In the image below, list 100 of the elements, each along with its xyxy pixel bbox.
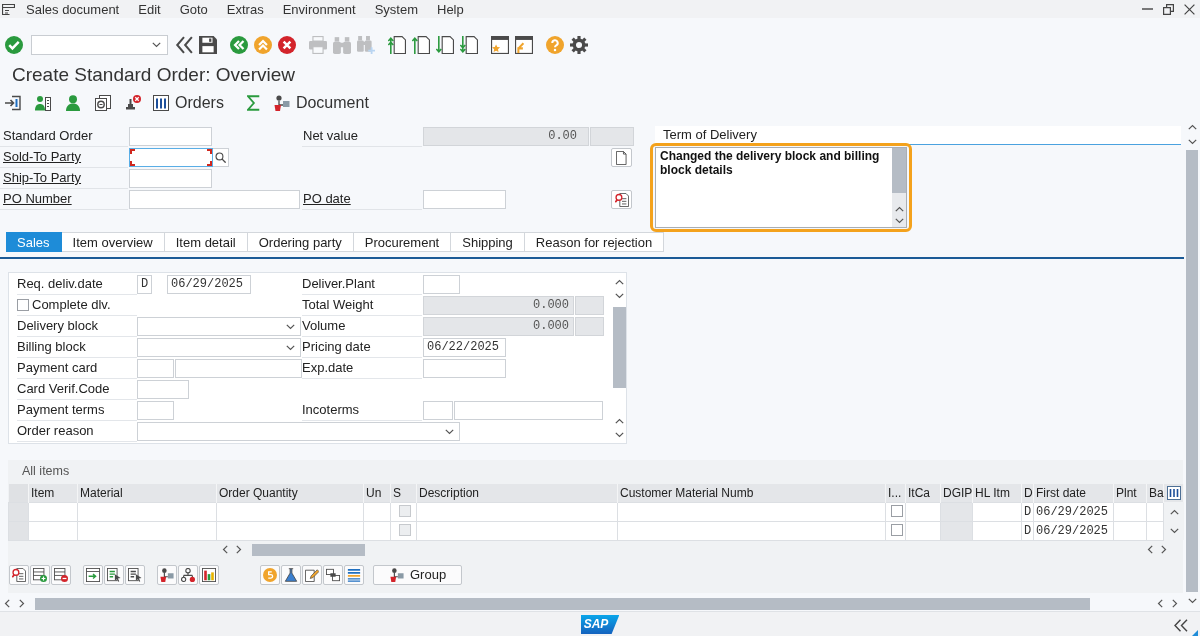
text-field[interactable]: 06/29/2025 xyxy=(167,275,251,294)
text-field[interactable] xyxy=(129,148,213,167)
chevron-down-icon[interactable] xyxy=(894,218,904,224)
tab[interactable]: Sales xyxy=(6,232,62,252)
column-header[interactable]: Un xyxy=(363,484,391,502)
dropdown-field[interactable] xyxy=(137,338,301,357)
column-header[interactable]: Customer Material Numb xyxy=(617,484,886,502)
sigma-icon[interactable] xyxy=(247,95,261,111)
toolbar-button[interactable] xyxy=(157,564,177,585)
table-settings-icon[interactable] xyxy=(1166,486,1181,500)
text-field[interactable] xyxy=(129,127,212,146)
text-field[interactable] xyxy=(175,359,302,378)
text-field[interactable] xyxy=(137,359,174,378)
column-header[interactable]: Material xyxy=(77,484,217,502)
input-cell[interactable] xyxy=(617,502,886,521)
toolbar-button[interactable] xyxy=(30,564,50,585)
person-icon[interactable] xyxy=(65,95,81,111)
toolbar-button[interactable]: Orders xyxy=(150,91,227,115)
search-button[interactable] xyxy=(213,148,229,167)
text-field[interactable] xyxy=(137,380,189,399)
person-document-icon[interactable] xyxy=(35,95,51,111)
page-button[interactable] xyxy=(611,148,632,167)
toolbar-button[interactable] xyxy=(323,564,343,585)
checkbox[interactable] xyxy=(17,299,29,311)
input-cell[interactable] xyxy=(363,502,391,521)
checkbox[interactable] xyxy=(398,505,411,518)
chevron-right-icon[interactable] xyxy=(19,599,25,608)
chevron-up-icon[interactable] xyxy=(894,206,904,212)
double-chevron-up-circle-icon[interactable] xyxy=(254,36,272,54)
menu-item[interactable]: Goto xyxy=(179,1,208,17)
toolbar-button[interactable] xyxy=(9,564,29,585)
check-circle-icon[interactable] xyxy=(5,36,23,54)
text-field[interactable] xyxy=(129,169,212,188)
stamp-x-icon[interactable] xyxy=(125,95,141,111)
chevron-left-icon[interactable] xyxy=(4,599,10,608)
text-field[interactable] xyxy=(423,401,453,420)
input-cell[interactable] xyxy=(28,502,78,521)
checkbox[interactable] xyxy=(398,524,411,537)
chevron-left-icon[interactable] xyxy=(222,545,228,554)
text-field[interactable] xyxy=(129,190,300,209)
column-header[interactable]: Description xyxy=(416,484,618,502)
tab[interactable]: Item overview xyxy=(61,232,165,252)
toolbar-button[interactable]: Document xyxy=(270,91,372,115)
page-up-arrow-icon[interactable] xyxy=(412,36,430,54)
command-field[interactable] xyxy=(31,35,168,55)
checkbox[interactable] xyxy=(890,505,903,518)
column-header[interactable]: Order Quantity xyxy=(216,484,364,502)
toolbar-button[interactable] xyxy=(104,564,124,585)
arrow-into-box-icon[interactable] xyxy=(5,95,21,111)
chevron-left-icon[interactable] xyxy=(1147,545,1153,554)
column-header[interactable]: HL Itm xyxy=(972,484,1022,502)
scrollbar-thumb[interactable] xyxy=(35,597,1090,610)
column-header[interactable]: I... xyxy=(885,484,906,502)
column-header[interactable]: Item xyxy=(28,484,78,502)
page-magnifier-button[interactable] xyxy=(611,190,632,209)
documents-icon[interactable] xyxy=(95,95,111,111)
scrollbar-thumb[interactable] xyxy=(252,543,365,556)
toolbar-button[interactable] xyxy=(51,564,71,585)
toolbar-button[interactable] xyxy=(302,564,322,585)
chevron-down-icon[interactable] xyxy=(1170,527,1180,534)
column-header[interactable]: S xyxy=(390,484,417,502)
chevron-down-icon[interactable] xyxy=(615,293,624,299)
close-icon[interactable] xyxy=(1184,3,1195,15)
toolbar-button[interactable] xyxy=(83,564,103,585)
menu-item[interactable]: Extras xyxy=(226,1,264,17)
column-header[interactable]: ItCa xyxy=(905,484,941,502)
double-chevron-left-icon[interactable] xyxy=(175,36,193,54)
page-down-arrow-icon[interactable] xyxy=(436,36,454,54)
chevron-up-icon[interactable] xyxy=(1187,124,1197,130)
tab[interactable]: Shipping xyxy=(451,232,525,252)
text-field[interactable]: D xyxy=(137,275,152,294)
tab[interactable]: Reason for rejection xyxy=(524,232,665,252)
toolbar-button[interactable] xyxy=(125,564,145,585)
toolbar-button[interactable]: Group xyxy=(373,564,462,585)
column-header[interactable]: First date xyxy=(1033,484,1114,502)
double-chevron-left-icon[interactable] xyxy=(1174,618,1188,632)
dropdown-field[interactable] xyxy=(137,317,301,336)
text-field[interactable]: 06/22/2025 xyxy=(423,338,506,357)
restore-icon[interactable] xyxy=(1163,3,1174,15)
input-cell[interactable] xyxy=(1113,502,1147,521)
text-field[interactable] xyxy=(137,401,174,420)
input-cell[interactable] xyxy=(77,502,217,521)
menu-item[interactable]: Environment xyxy=(282,1,356,17)
chevron-down-icon[interactable] xyxy=(1187,139,1197,145)
x-circle-icon[interactable] xyxy=(278,36,296,54)
checkbox[interactable] xyxy=(890,524,903,537)
chevron-left-icon[interactable] xyxy=(1157,599,1163,608)
input-cell[interactable] xyxy=(416,502,618,521)
toolbar-button[interactable] xyxy=(199,564,219,585)
chevron-right-icon[interactable] xyxy=(236,545,242,554)
chevron-up-icon[interactable] xyxy=(615,418,624,424)
help-icon[interactable] xyxy=(546,36,564,54)
text-field[interactable] xyxy=(423,190,506,209)
scrollbar-thumb[interactable] xyxy=(613,307,626,388)
chevron-right-icon[interactable] xyxy=(1161,545,1167,554)
text-field[interactable] xyxy=(423,275,460,294)
tab[interactable]: Item detail xyxy=(164,232,248,252)
menu-icon[interactable] xyxy=(2,3,15,15)
input-cell[interactable] xyxy=(972,502,1022,521)
toolbar-button[interactable] xyxy=(178,564,198,585)
